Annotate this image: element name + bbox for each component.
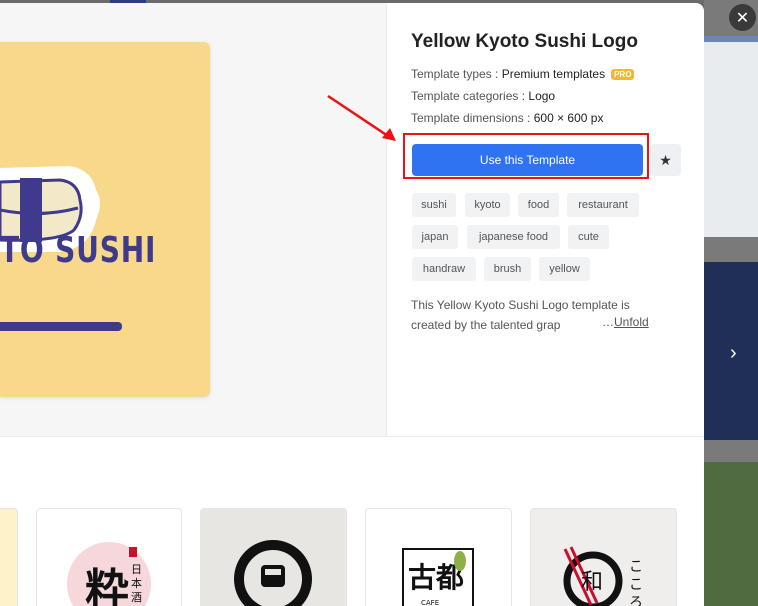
template-types: Template types : Premium templates PRO: [411, 67, 635, 81]
preview-area: TO SUSHI: [0, 3, 387, 436]
svg-text:本: 本: [131, 576, 142, 590]
related-template-thumb[interactable]: 和 こ こ ろ: [530, 508, 677, 606]
close-button[interactable]: ✕: [729, 4, 756, 31]
svg-text:和: 和: [581, 570, 603, 595]
related-template-thumb[interactable]: [0, 508, 18, 606]
svg-text:こ: こ: [629, 559, 643, 575]
template-title: Yellow Kyoto Sushi Logo: [411, 31, 638, 52]
tag-item[interactable]: cute: [568, 225, 609, 249]
unfold-label[interactable]: Unfold: [614, 315, 649, 329]
svg-text:粋: 粋: [85, 565, 129, 606]
related-template-thumb[interactable]: 粋 日 本 酒: [36, 508, 182, 606]
related-logo-art: [234, 540, 312, 606]
tag-item[interactable]: handraw: [412, 257, 476, 281]
unfold-link[interactable]: …Unfold: [602, 315, 649, 329]
star-icon: ★: [659, 151, 672, 168]
tag-item[interactable]: japan: [412, 225, 458, 249]
description-line: This Yellow Kyoto Sushi Logo template is: [411, 298, 630, 312]
unfold-prefix: …: [602, 315, 614, 329]
tag-item[interactable]: sushi: [412, 193, 456, 217]
background-card-1: [704, 42, 758, 237]
template-categories-label: Template categories :: [411, 89, 529, 103]
tag-item[interactable]: kyoto: [465, 193, 510, 217]
svg-text:ろ: ろ: [629, 595, 643, 606]
svg-text:日: 日: [131, 563, 142, 576]
template-categories: Template categories : Logo: [411, 89, 555, 103]
template-dimensions-label: Template dimensions :: [411, 111, 534, 125]
related-logo-art: 古都 CAFE: [402, 548, 474, 606]
template-dimensions: Template dimensions : 600 × 600 px: [411, 111, 603, 125]
tag-item[interactable]: yellow: [539, 257, 590, 281]
next-button[interactable]: ›: [730, 342, 737, 365]
annotation-arrow-icon: [327, 94, 396, 141]
template-types-value: Premium templates: [501, 67, 606, 81]
template-preview[interactable]: TO SUSHI: [0, 42, 210, 397]
related-logo-art: 粋 日 本 酒: [67, 542, 151, 606]
tag-item[interactable]: japanese food: [467, 225, 560, 249]
pro-badge: PRO: [611, 69, 635, 81]
tag-item[interactable]: restaurant: [567, 193, 639, 217]
close-icon: ✕: [735, 9, 750, 27]
template-dimensions-value: 600 × 600 px: [533, 111, 604, 125]
preview-brush-stroke: [0, 322, 122, 331]
highlight-box: [403, 133, 649, 179]
related-template-thumb[interactable]: 古都 CAFE: [365, 508, 512, 606]
related-template-thumb[interactable]: [200, 508, 347, 606]
template-categories-value[interactable]: Logo: [528, 89, 555, 103]
svg-text:こ: こ: [629, 577, 643, 593]
related-logo-art: 和 こ こ ろ: [563, 546, 643, 606]
svg-text:CAFE: CAFE: [421, 599, 439, 606]
favorite-button[interactable]: ★: [650, 144, 681, 176]
svg-text:酒: 酒: [131, 591, 142, 604]
preview-logo-text: TO SUSHI: [0, 230, 157, 271]
background-card-3: [704, 462, 758, 606]
tag-item[interactable]: food: [518, 193, 559, 217]
chevron-right-icon: ›: [730, 342, 737, 364]
section-divider: [0, 436, 704, 437]
tag-item[interactable]: brush: [484, 257, 531, 281]
template-types-label: Template types :: [411, 67, 502, 81]
